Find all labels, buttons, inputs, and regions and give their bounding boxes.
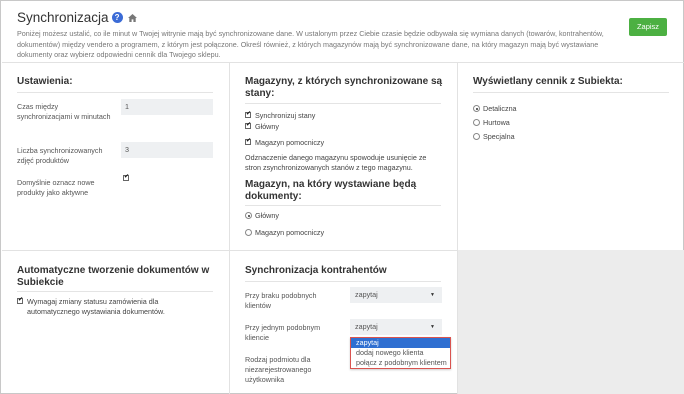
photos-label: Liczba synchronizowanych zdjęć produktów	[17, 146, 103, 165]
doc-aux-label: Magazyn pomocniczy	[255, 228, 325, 237]
settings-heading: Ustawienia:	[17, 76, 73, 87]
warehouses-heading: Magazyny, z których synchronizowane są s…	[245, 76, 443, 99]
active-label: Domyślnie oznacz nowe produkty jako akty…	[17, 178, 95, 197]
divider	[2, 62, 684, 63]
contractors-heading: Synchronizacja kontrahentów	[245, 265, 387, 276]
one-similar-select[interactable]: zapytaj ▼	[350, 319, 442, 335]
section-rule	[245, 103, 441, 104]
main-warehouse-checkbox[interactable]	[245, 123, 251, 129]
price-retail-radio[interactable]	[473, 105, 480, 112]
page-title: Synchronizacja	[17, 10, 109, 25]
page-frame: Synchronizacja? Poniżej możesz ustalić, …	[0, 0, 684, 394]
price-special-radio[interactable]	[473, 133, 480, 140]
divider	[229, 62, 230, 394]
interval-input[interactable]: 1	[121, 99, 213, 115]
aux-warehouse-checkbox[interactable]	[245, 139, 251, 145]
help-icon[interactable]: ?	[111, 12, 123, 23]
doc-warehouse-heading: Magazyn, na który wystawiane będą dokume…	[245, 179, 417, 202]
dropdown-option[interactable]: zapytaj	[351, 338, 450, 348]
empty-panel	[458, 250, 684, 394]
price-wholesale-label: Hurtowa	[483, 118, 510, 127]
active-checkbox[interactable]	[123, 175, 129, 181]
aux-warehouse-label: Magazyn pomocniczy	[255, 138, 325, 147]
one-similar-label: Przy jednym podobnym kliencie	[245, 323, 321, 342]
require-status-label: Wymagaj zmiany statusu zamówienia dla au…	[27, 297, 165, 316]
sync-stock-checkbox[interactable]	[245, 112, 251, 118]
interval-label: Czas między synchronizacjami w minutach	[17, 102, 111, 121]
home-icon[interactable]	[127, 9, 137, 27]
save-button[interactable]: Zapisz	[629, 18, 667, 36]
photos-input[interactable]: 3	[121, 142, 213, 158]
page-header: Synchronizacja? Poniżej możesz ustalić, …	[17, 9, 667, 61]
chevron-down-icon: ▼	[430, 292, 435, 298]
section-rule	[245, 205, 441, 206]
section-rule	[17, 291, 213, 292]
warehouse-note: Odznaczenie danego magazynu spowoduje us…	[245, 153, 427, 172]
page-description: Poniżej możesz ustalić, co ile minut w T…	[17, 29, 604, 59]
price-special-label: Specjalna	[483, 132, 515, 141]
price-retail-label: Detaliczna	[483, 104, 517, 113]
dropdown-option[interactable]: połącz z podobnym klientem	[351, 358, 450, 368]
dropdown-option[interactable]: dodaj nowego klienta	[351, 348, 450, 358]
section-rule	[473, 92, 669, 93]
main-warehouse-label: Główny	[255, 122, 279, 131]
section-rule	[245, 281, 441, 282]
sync-stock-label: Synchronizuj stany	[255, 111, 316, 120]
autodocs-heading: Automatyczne tworzenie dokumentów w Subi…	[17, 265, 210, 288]
entity-label: Rodzaj podmiotu dla niezarejestrowanego …	[245, 355, 312, 384]
require-status-checkbox[interactable]	[17, 298, 23, 304]
section-rule	[17, 92, 213, 93]
price-wholesale-radio[interactable]	[473, 119, 480, 126]
doc-main-radio[interactable]	[245, 212, 252, 219]
no-similar-label: Przy braku podobnych klientów	[245, 291, 317, 310]
one-similar-value: zapytaj	[355, 322, 378, 331]
one-similar-dropdown: zapytaj dodaj nowego klienta połącz z po…	[350, 337, 451, 369]
chevron-down-icon: ▼	[430, 324, 435, 330]
no-similar-select[interactable]: zapytaj ▼	[350, 287, 442, 303]
no-similar-value: zapytaj	[355, 290, 378, 299]
doc-aux-radio[interactable]	[245, 229, 252, 236]
pricelist-heading: Wyświetlany cennik z Subiekta:	[473, 76, 623, 87]
doc-main-label: Główny	[255, 211, 279, 220]
